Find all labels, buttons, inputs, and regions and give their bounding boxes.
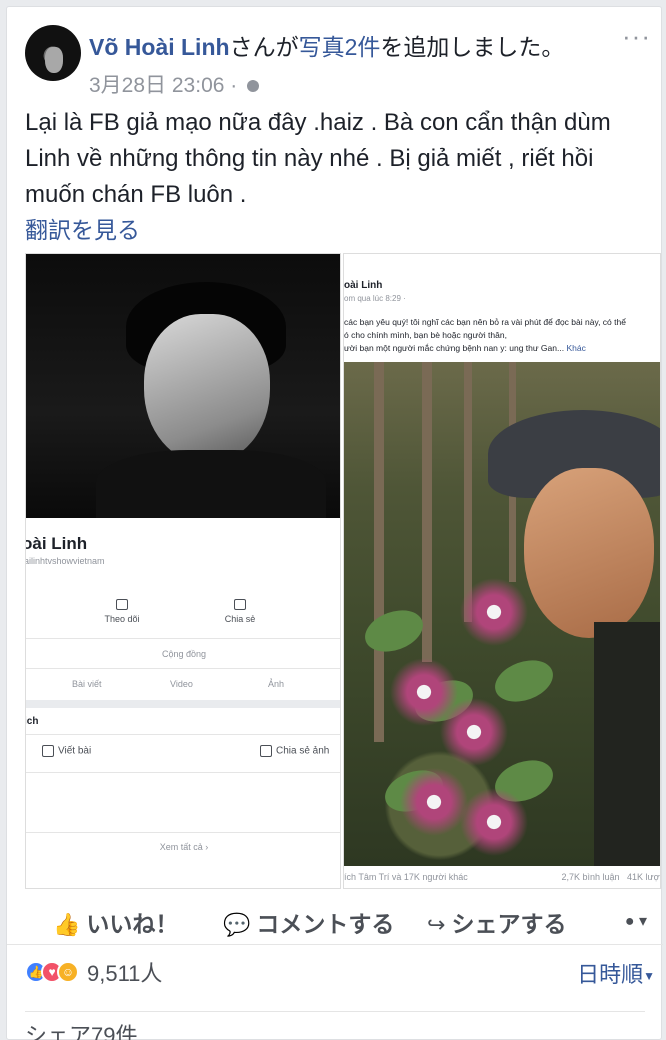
screenshot-stats: 2,7K bình luận 41K lượt xyxy=(561,872,661,882)
like-button[interactable]: 👍 いいね！ xyxy=(53,905,178,939)
photo-right[interactable]: oài Linh om qua lúc 8:29 · các bạn yêu q… xyxy=(343,253,661,889)
share-label: Chia sẻ xyxy=(224,614,256,624)
share-button[interactable]: ↪ シェアする xyxy=(427,905,566,939)
tab-video: Video xyxy=(170,679,193,689)
globe-icon[interactable] xyxy=(247,80,260,93)
action-bar: 👍 いいね！ 💬 コメントする ↪ シェアする ● ▾ xyxy=(7,897,663,945)
screenshot-author: oài Linh xyxy=(344,280,383,291)
composer-row: Viết bài Chia sẻ ảnh xyxy=(26,734,340,766)
follow-icon xyxy=(116,599,128,610)
avatar[interactable] xyxy=(25,25,81,81)
thumbs-up-icon: 👍 xyxy=(53,912,81,937)
photo-grid: oài Linh ailinhtvshowvietnam Theo dõi Ch… xyxy=(25,253,661,889)
write-post: Viết bài xyxy=(42,745,91,757)
portrait-image xyxy=(26,254,340,518)
screenshot-line-3: ười bạn một người mắc chứng bệnh nan y: … xyxy=(344,343,567,353)
see-all-label: Xem tất cả xyxy=(159,842,203,852)
screenshot-likes: ích Tâm Trí và 17K người khác xyxy=(344,872,468,882)
share-arrow-icon: ↪ xyxy=(427,912,446,937)
translate-link[interactable]: 翻訳を見る xyxy=(25,211,140,245)
post-text: Lại là FB giả mạo nữa đây .haiz . Bà con… xyxy=(25,109,611,208)
screenshot-time: om qua lúc 8:29 · xyxy=(344,294,406,303)
tabs-row: Bài viết Video Ảnh xyxy=(26,668,340,698)
camera-icon xyxy=(260,745,272,757)
screenshot-text: các bạn yêu quý! tôi nghĩ các bạn nên bỏ… xyxy=(344,316,660,355)
screenshot-post-header: oài Linh om qua lúc 8:29 · các bạn yêu q… xyxy=(344,254,660,362)
community-label: Cộng đồng xyxy=(161,649,207,659)
meta-separator: · xyxy=(230,74,238,97)
post-meta: 3月28日 23:06 · xyxy=(89,69,260,99)
screenshot-shares: 41K lượt xyxy=(627,872,661,882)
comment-label: コメントする xyxy=(256,911,395,937)
screenshot-line-2: ó cho chính mình, bạn bè hoặc người thân… xyxy=(344,330,507,340)
edit-icon xyxy=(42,745,54,757)
community-row: Cộng đồng xyxy=(26,638,340,668)
page-name: oài Linh xyxy=(25,534,88,553)
post-header: Võ Hoài Linhさんが写真2件を追加しました。 xyxy=(89,33,564,61)
follow-label: Theo dõi xyxy=(104,614,140,624)
share-icon xyxy=(234,599,246,610)
photo-left[interactable]: oài Linh ailinhtvshowvietnam Theo dõi Ch… xyxy=(25,253,341,889)
screenshot-line-1: các bạn yêu quý! tôi nghĩ các bạn nên bỏ… xyxy=(344,317,626,327)
screenshot-comments: 2,7K bình luận xyxy=(561,872,620,882)
sort-label: 日時順 xyxy=(577,962,644,987)
screenshot-footer: ích Tâm Trí và 17K người khác 2,7K bình … xyxy=(344,866,661,888)
see-all-row: Xem tất cả › xyxy=(26,832,340,864)
share-label: シェアする xyxy=(451,911,567,937)
screenshot-more-link: Khác xyxy=(566,343,586,353)
blank-row xyxy=(26,772,340,832)
more-options-icon[interactable]: ··· xyxy=(622,23,651,49)
photos-link[interactable]: 写真2件 xyxy=(299,34,381,60)
audience-selector[interactable]: ● ▾ xyxy=(625,911,647,931)
photo-label: Chia sẻ ảnh xyxy=(276,745,330,757)
reactions-summary[interactable]: 👍 ♥ ☺ 9,511人 xyxy=(25,955,162,989)
post-card: Võ Hoài Linhさんが写真2件を追加しました。 3月28日 23:06 … xyxy=(6,6,663,1040)
haha-reaction-icon: ☺ xyxy=(57,961,79,983)
profile-pic-icon: ● xyxy=(624,913,635,930)
comment-button[interactable]: 💬 コメントする xyxy=(223,905,394,939)
write-label: Viết bài xyxy=(58,745,92,757)
sort-dropdown[interactable]: 日時順▼ xyxy=(577,957,655,989)
share-count[interactable]: シェア79件 xyxy=(25,1011,645,1040)
section-gap xyxy=(26,700,340,708)
author-link[interactable]: Võ Hoài Linh xyxy=(89,34,230,60)
header-tail: を追加しました。 xyxy=(380,34,565,60)
timestamp[interactable]: 3月28日 23:06 xyxy=(89,74,224,97)
chevron-down-icon: ▾ xyxy=(638,913,647,930)
selfie-image xyxy=(344,362,660,866)
section-label: ich xyxy=(25,716,39,727)
header-connector: さんが xyxy=(229,34,299,60)
reaction-count: 9,511人 xyxy=(87,961,163,986)
share-action: Chia sẻ xyxy=(210,599,270,624)
share-photo: Chia sẻ ảnh xyxy=(260,745,329,757)
follow-action: Theo dõi xyxy=(92,599,152,624)
like-label: いいね！ xyxy=(86,911,179,937)
tab-photos: Ảnh xyxy=(268,679,285,689)
tab-posts: Bài viết xyxy=(72,679,102,689)
comment-icon: 💬 xyxy=(223,912,251,937)
page-url: ailinhtvshowvietnam xyxy=(25,556,105,566)
caret-down-icon: ▼ xyxy=(643,969,655,984)
